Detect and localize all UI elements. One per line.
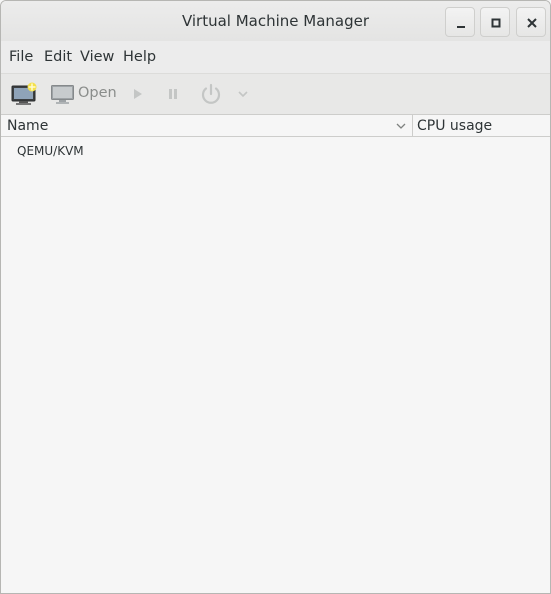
menu-edit[interactable]: Edit xyxy=(44,49,72,65)
new-vm-button[interactable] xyxy=(11,82,39,106)
chevron-down-icon xyxy=(238,91,248,98)
power-icon xyxy=(201,83,221,104)
open-vm-button[interactable] xyxy=(51,84,75,106)
menu-help[interactable]: Help xyxy=(123,49,156,65)
title-bar[interactable]: Virtual Machine Manager xyxy=(1,1,550,41)
pause-icon xyxy=(169,89,177,99)
vmm-window: Virtual Machine Manager File Edit View H… xyxy=(0,0,551,594)
connection-list[interactable]: QEMU/KVM xyxy=(1,137,550,593)
run-button[interactable] xyxy=(132,87,144,101)
list-header: Name CPU usage xyxy=(1,115,550,137)
minimize-icon xyxy=(457,26,465,28)
minimize-button[interactable] xyxy=(445,7,475,37)
close-button[interactable] xyxy=(516,7,546,37)
new-vm-icon xyxy=(11,82,37,105)
connection-name: QEMU/KVM xyxy=(17,144,84,158)
sort-chevron-icon[interactable] xyxy=(395,120,407,132)
monitor-icon xyxy=(51,85,74,104)
column-separator[interactable] xyxy=(412,115,413,137)
menu-view[interactable]: View xyxy=(80,49,114,65)
toolbar: Open xyxy=(1,73,550,115)
play-icon xyxy=(134,89,142,99)
shutdown-menu-button[interactable] xyxy=(237,89,249,99)
close-icon xyxy=(527,18,537,28)
list-item[interactable]: QEMU/KVM xyxy=(1,141,550,163)
open-button-label[interactable]: Open xyxy=(78,85,117,101)
pause-button[interactable] xyxy=(167,87,179,101)
maximize-icon xyxy=(491,18,501,28)
column-header-cpu-usage[interactable]: CPU usage xyxy=(417,118,492,134)
menu-bar: File Edit View Help xyxy=(1,41,550,73)
menu-file[interactable]: File xyxy=(9,49,33,65)
maximize-button[interactable] xyxy=(480,7,510,37)
column-header-name[interactable]: Name xyxy=(7,118,48,134)
shutdown-button[interactable] xyxy=(199,82,223,106)
